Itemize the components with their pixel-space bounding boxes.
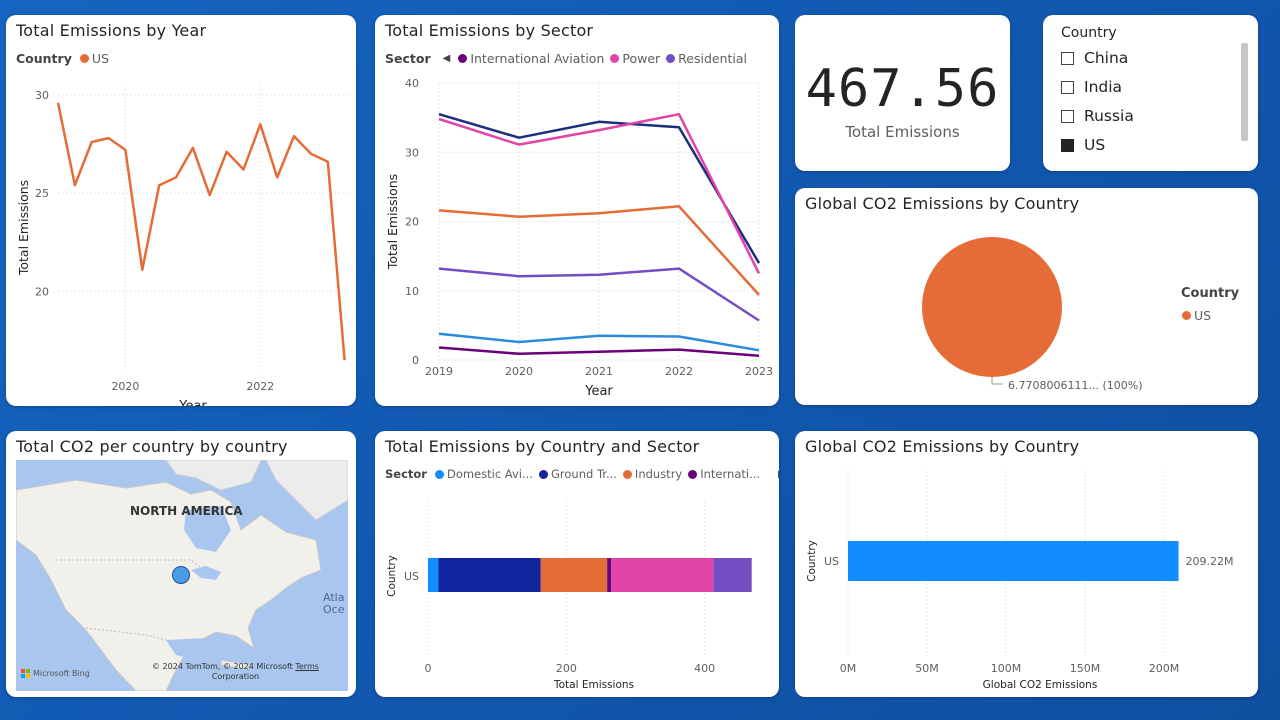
pie-legend-title: Country (1181, 286, 1240, 301)
co2-by-country-bar-card[interactable]: Global CO2 Emissions by Country 0M 50M 100… (795, 431, 1258, 697)
y-tick-label: 30 (35, 89, 49, 102)
x-tick-label: 0 (425, 662, 432, 675)
country-slicer-card[interactable]: Country China India Russia US (1043, 15, 1258, 171)
category-label: US (404, 570, 419, 583)
x-tick-label: 100M (991, 662, 1022, 675)
y-tick-label: 30 (405, 146, 419, 159)
slicer-item-label: China (1084, 49, 1129, 67)
slicer-item-india[interactable]: India (1061, 78, 1122, 96)
legend-item-label: US (1194, 308, 1212, 323)
x-tick-label: 2020 (111, 380, 139, 393)
map-canvas[interactable]: NORTH AMERICA Atla Oce Microsoft Bing © … (16, 460, 348, 691)
total-emissions-kpi-card[interactable]: 467.56 Total Emissions (795, 15, 1010, 171)
y-tick-label: 40 (405, 77, 419, 90)
y-tick-label: 20 (405, 216, 419, 229)
slicer-scrollbar[interactable] (1241, 43, 1248, 141)
x-tick-label: 200 (556, 662, 577, 675)
legend-dot (1182, 311, 1191, 320)
stacked-bar-segment-2 (540, 558, 608, 592)
bar-us (848, 541, 1179, 581)
checkbox-icon[interactable] (1061, 51, 1074, 65)
stacked-bar-segment-0 (428, 558, 439, 592)
x-axis-title: Total Emissions (553, 679, 634, 691)
x-tick-label: 0M (840, 662, 857, 675)
slicer-item-label: Russia (1084, 107, 1134, 125)
x-tick-label: 2022 (246, 380, 274, 393)
emissions-by-sector-card[interactable]: Total Emissions by Sector Sector ◀ Inter… (375, 15, 779, 406)
y-axis-title: Country (386, 555, 398, 597)
y-tick-label: 0 (412, 354, 419, 367)
x-axis-title: Year (584, 384, 613, 399)
map-copyright: © 2024 TomTom, © 2024 Microsoft (152, 662, 293, 671)
co2-by-country-pie-card[interactable]: Global CO2 Emissions by Country 6.770800… (795, 188, 1258, 405)
y-axis-title: Total Emissions (385, 174, 400, 270)
stacked-bar-segment-4 (611, 558, 714, 592)
x-tick-label: 2020 (505, 365, 533, 378)
y-axis-title: Total Emissions (16, 180, 31, 276)
slicer-item-china[interactable]: China (1061, 49, 1128, 67)
x-tick-label: 2023 (745, 365, 773, 378)
stacked-bar-segment-3 (607, 558, 612, 592)
kpi-label: Total Emissions (845, 123, 960, 141)
category-label: US (824, 555, 839, 568)
x-axis-title: Global CO2 Emissions (983, 679, 1098, 691)
bing-logo-icon (21, 669, 30, 678)
series-line-us (56, 102, 346, 361)
stacked-bar-segment-1 (438, 558, 541, 592)
y-tick-label: 10 (405, 285, 419, 298)
x-tick-label: 50M (915, 662, 939, 675)
slicer-title: Country (1061, 25, 1117, 41)
x-tick-label: 2021 (585, 365, 613, 378)
bing-logo: Microsoft Bing (21, 669, 90, 678)
legend-item-us[interactable]: US (1182, 308, 1211, 323)
co2-bar-chart: 0M 50M 100M 150M 200M Global CO2 Emissions Cou… (806, 471, 1234, 691)
bar-value-label: 209.22M (1186, 555, 1234, 568)
slicer-item-label: India (1084, 78, 1123, 96)
x-tick-label: 2022 (665, 365, 693, 378)
pie-slice-label: 6.7708006111... (100%) (1008, 379, 1143, 392)
kpi-value: 467.56 (805, 59, 1000, 119)
checkbox-checked-icon[interactable] (1061, 138, 1074, 152)
map-ocean-label: Atla Oce (323, 592, 344, 616)
emissions-by-sector-chart: 40 30 20 10 0 2019 2020 2021 2022 2023 Year Total E… (385, 77, 773, 399)
map-title: Total CO2 per country by country (16, 437, 288, 456)
slicer-item-russia[interactable]: Russia (1061, 107, 1134, 125)
slicer-item-label: US (1084, 136, 1106, 154)
y-tick-label: 20 (35, 285, 49, 298)
slicer-item-us[interactable]: US (1061, 136, 1105, 154)
map-attribution: © 2024 TomTom, © 2024 Microsoft Terms Co… (152, 662, 319, 682)
emissions-by-year-card[interactable]: Total Emissions by Year Country US 30 25 2… (6, 15, 356, 406)
map-region-label: NORTH AMERICA (130, 504, 243, 518)
y-axis-title: Country (806, 540, 818, 582)
emissions-by-country-sector-card[interactable]: Total Emissions by Country and Sector Se… (375, 431, 779, 697)
map-terms-link[interactable]: Terms (295, 662, 319, 671)
x-tick-label: 2019 (425, 365, 453, 378)
x-tick-label: 150M (1070, 662, 1101, 675)
pie-slice-us (922, 237, 1062, 377)
x-tick-label: 200M (1149, 662, 1180, 675)
pie-legend: US (1182, 308, 1217, 323)
x-axis-title: Year (178, 399, 207, 406)
checkbox-icon[interactable] (1061, 109, 1074, 123)
map-copyright-2: Corporation (211, 672, 260, 681)
x-tick-label: 400 (694, 662, 715, 675)
bing-brand-text: Microsoft Bing (33, 669, 90, 678)
y-tick-label: 25 (35, 187, 49, 200)
checkbox-icon[interactable] (1061, 80, 1074, 94)
map-bubble-us[interactable] (172, 566, 190, 584)
co2-map-card[interactable]: Total CO2 per country by country NORTH A… (6, 431, 356, 697)
map-ocean-label-line-2: Oce (323, 603, 345, 616)
stacked-bar-segment-5 (713, 558, 752, 592)
emissions-by-year-chart: 30252020202022YearTotal Emissions (16, 85, 348, 406)
stacked-bar-chart: 0 200 400 Total Emissions Country US (386, 501, 752, 691)
series-line-1 (438, 112, 761, 274)
pie-leader-line (991, 377, 1003, 385)
